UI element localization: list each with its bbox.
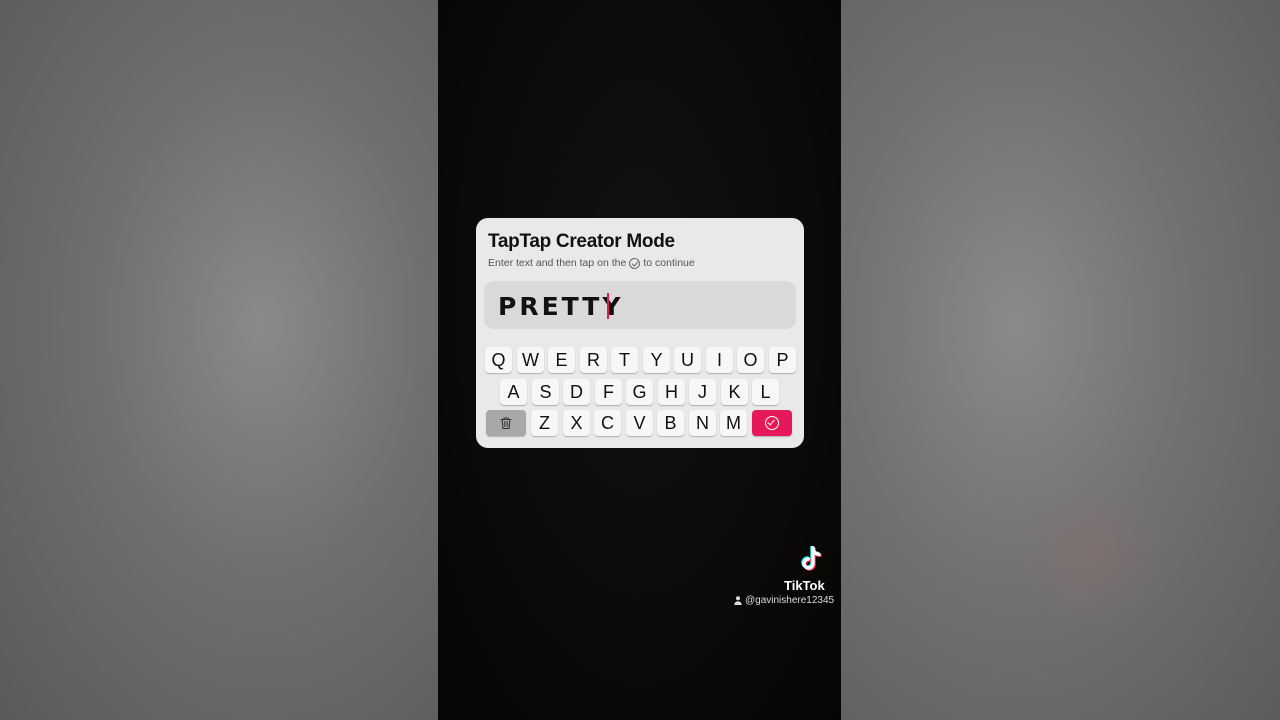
dialog-subtitle: Enter text and then tap on the to contin… <box>488 257 695 269</box>
subtitle-text-before: Enter text and then tap on the <box>488 257 627 269</box>
key-s[interactable]: S <box>532 379 559 405</box>
subtitle-text-after: to continue <box>643 257 695 269</box>
key-q[interactable]: Q <box>485 347 512 373</box>
key-j[interactable]: J <box>689 379 716 405</box>
key-b[interactable]: B <box>657 410 684 436</box>
key-v[interactable]: V <box>626 410 653 436</box>
key-l[interactable]: L <box>752 379 779 405</box>
handle-text: @gavinishere12345 <box>745 595 835 606</box>
key-k[interactable]: K <box>721 379 748 405</box>
trash-icon <box>500 417 512 430</box>
text-cursor <box>607 293 609 319</box>
key-w[interactable]: W <box>517 347 544 373</box>
delete-button[interactable] <box>486 410 526 436</box>
background-blur-left <box>0 0 438 720</box>
key-f[interactable]: F <box>595 379 622 405</box>
submit-button[interactable] <box>752 410 792 436</box>
key-r[interactable]: R <box>580 347 607 373</box>
key-t[interactable]: T <box>611 347 638 373</box>
key-e[interactable]: E <box>548 347 575 373</box>
key-x[interactable]: X <box>563 410 590 436</box>
person-icon <box>734 596 742 605</box>
key-u[interactable]: U <box>674 347 701 373</box>
creator-handle: @gavinishere12345 <box>734 595 834 606</box>
dialog-title: TapTap Creator Mode <box>488 231 675 252</box>
text-input-field[interactable]: PRETTY <box>484 281 796 329</box>
key-i[interactable]: I <box>706 347 733 373</box>
key-h[interactable]: H <box>658 379 685 405</box>
creator-mode-dialog: TapTap Creator Mode Enter text and then … <box>476 218 804 448</box>
input-value: PRETTY <box>498 292 624 321</box>
key-m[interactable]: M <box>720 410 747 436</box>
key-p[interactable]: P <box>769 347 796 373</box>
tiktok-icon <box>801 545 822 571</box>
key-a[interactable]: A <box>500 379 527 405</box>
key-y[interactable]: Y <box>643 347 670 373</box>
key-z[interactable]: Z <box>531 410 558 436</box>
key-n[interactable]: N <box>689 410 716 436</box>
key-c[interactable]: C <box>594 410 621 436</box>
tiktok-logo <box>790 545 834 579</box>
background-blur-right <box>841 0 1280 720</box>
video-frame: TapTap Creator Mode Enter text and then … <box>438 0 841 720</box>
check-circle-icon <box>765 416 779 430</box>
key-d[interactable]: D <box>563 379 590 405</box>
key-o[interactable]: O <box>737 347 764 373</box>
tiktok-brand-label: TikTok <box>784 578 825 593</box>
check-circle-icon <box>629 257 641 269</box>
key-g[interactable]: G <box>626 379 653 405</box>
